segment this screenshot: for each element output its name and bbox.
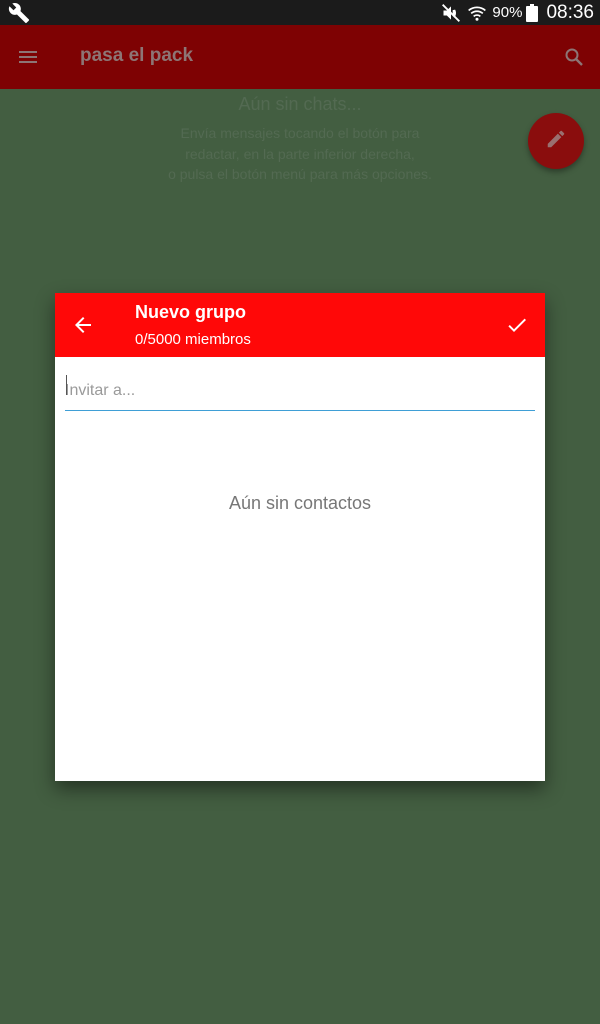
- member-count: 0/5000 miembros: [135, 331, 251, 348]
- wrench-icon: [8, 2, 30, 24]
- new-group-dialog: Nuevo grupo 0/5000 miembros Aún sin cont…: [55, 293, 545, 781]
- no-contacts-message: Aún sin contactos: [228, 493, 372, 513]
- status-indicators: 90% 08:36: [440, 0, 594, 25]
- clock: 08:36: [546, 1, 594, 23]
- dialog-header: Nuevo grupo 0/5000 miembros: [55, 293, 545, 357]
- pencil-icon: [545, 128, 567, 154]
- compose-fab-button[interactable]: [528, 113, 584, 169]
- empty-chats-hint-line-2: redactar, en la parte inferior derecha,: [185, 146, 415, 162]
- app-title: pasa el pack: [80, 45, 194, 66]
- search-icon[interactable]: [562, 45, 586, 69]
- battery-level: 90%: [492, 4, 523, 21]
- status-bar: 90% 08:36: [0, 0, 600, 25]
- checkmark-icon[interactable]: [505, 313, 529, 337]
- battery-icon: [526, 3, 539, 22]
- wifi-icon: [466, 3, 488, 23]
- text-caret: [66, 375, 67, 395]
- empty-chats-hint-line-1: Envía mensajes tocando el botón para: [180, 125, 420, 141]
- dialog-title: Nuevo grupo: [135, 302, 246, 322]
- muted-speaker-icon: [440, 3, 462, 23]
- empty-chats-hint-line-3: o pulsa el botón menú para más opciones.: [168, 166, 432, 182]
- hamburger-menu-icon[interactable]: [16, 45, 40, 69]
- app-bar: pasa el pack: [0, 25, 600, 89]
- invite-input[interactable]: [65, 371, 535, 411]
- arrow-left-icon[interactable]: [71, 313, 95, 337]
- empty-chats-title: Aún sin chats...: [238, 94, 362, 114]
